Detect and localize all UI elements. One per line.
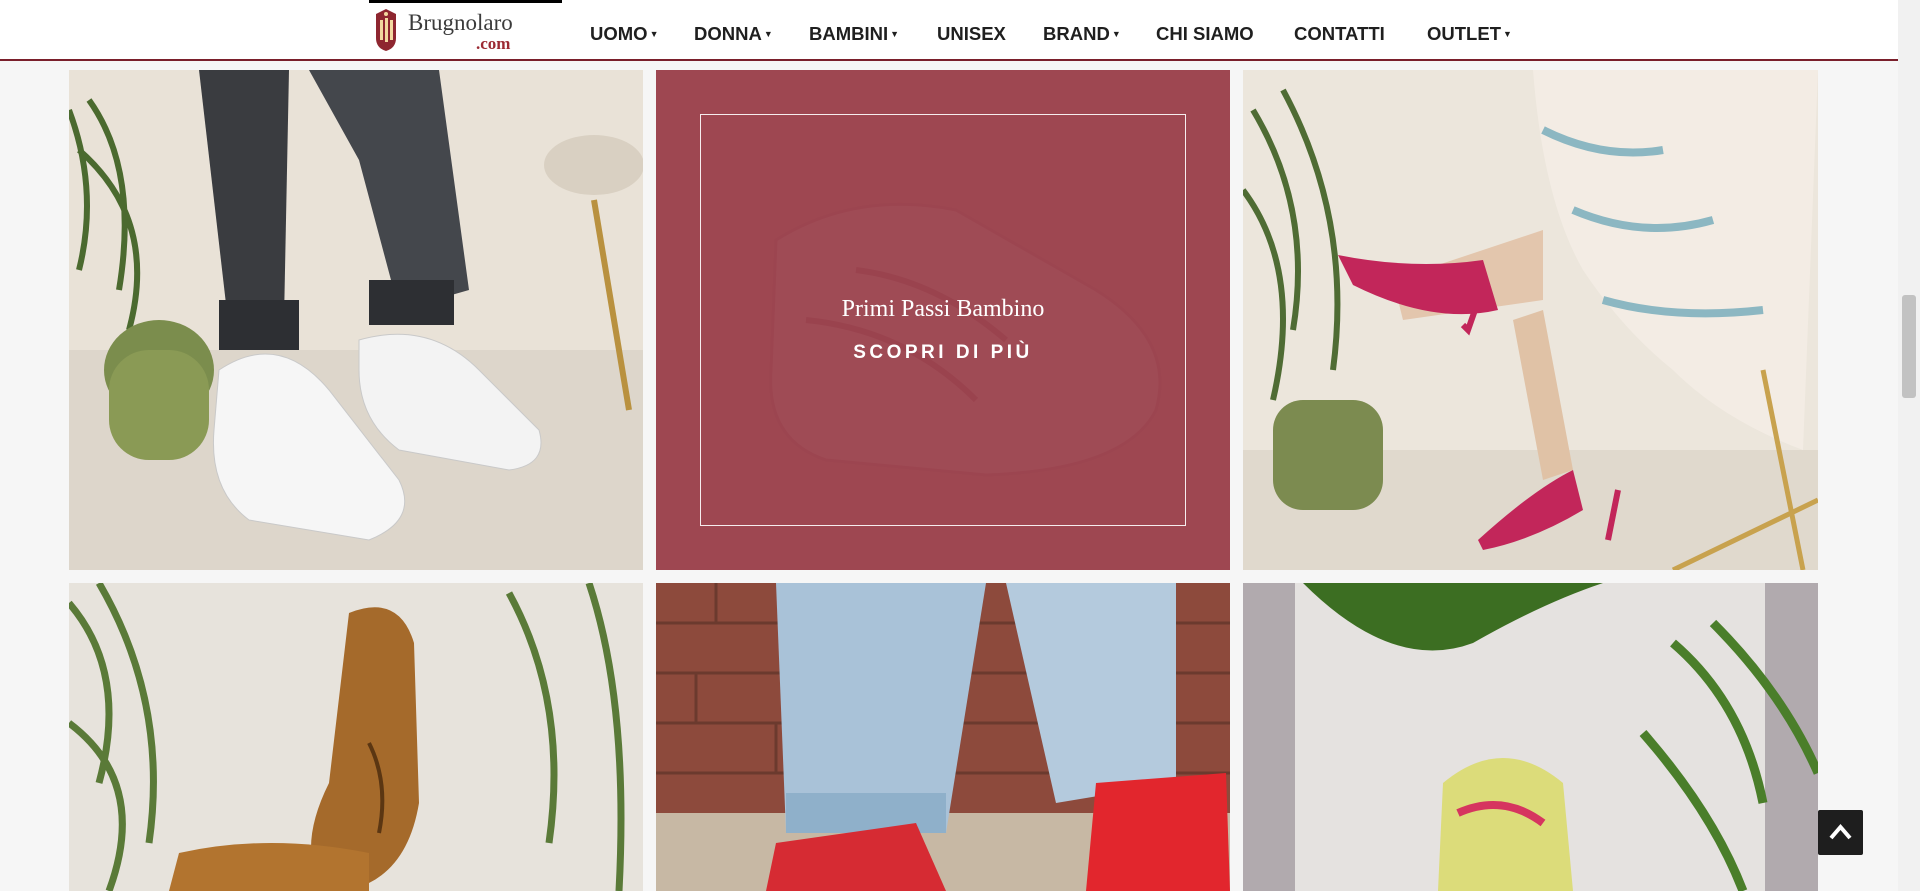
nav-item-label: BAMBINI — [809, 23, 889, 44]
nav-item-label: UOMO — [590, 23, 648, 44]
heels-photo — [1243, 70, 1818, 570]
nav-item-bambini[interactable]: BAMBINI ▼ — [809, 0, 899, 59]
boat-shoes-photo — [69, 583, 643, 891]
caret-down-icon: ▼ — [890, 29, 900, 39]
nav-item-brand[interactable]: BRAND ▼ — [1043, 0, 1121, 59]
nav-item-unisex[interactable]: UNISEX — [937, 0, 1006, 59]
kids-sneakers-photo — [656, 583, 1230, 891]
nav-item-uomo[interactable]: UOMO ▼ — [590, 0, 658, 59]
promo-title: Primi Passi Bambino — [841, 296, 1045, 322]
site-header: Brugnolaro .com UOMO ▼ DONNA ▼ BAMBINI ▼ UN… — [0, 0, 1898, 61]
caret-down-icon: ▼ — [649, 29, 659, 39]
green-sneaker-photo — [1243, 583, 1818, 891]
page-scrollbar[interactable] — [1898, 0, 1920, 891]
caret-down-icon: ▼ — [763, 29, 773, 39]
discover-more-link[interactable]: SCOPRI DI PIÙ — [656, 342, 1230, 364]
nav-item-label: BRAND — [1043, 23, 1110, 44]
category-tile-heels[interactable] — [1243, 70, 1818, 570]
nav-item-chi-siamo[interactable]: CHI SIAMO — [1156, 0, 1254, 59]
nav-item-label: CHI SIAMO — [1156, 23, 1254, 44]
nav-item-label: UNISEX — [937, 23, 1006, 44]
caret-down-icon: ▼ — [1503, 29, 1512, 39]
category-tile-sneakers[interactable] — [69, 70, 643, 570]
category-tile-green-sneaker[interactable] — [1243, 583, 1818, 891]
page-scrollbar-thumb[interactable] — [1902, 295, 1916, 398]
promo-tile-primi-passi[interactable]: Primi Passi Bambino SCOPRI DI PIÙ — [656, 70, 1230, 570]
category-tile-boat-shoes[interactable] — [69, 583, 643, 891]
nav-item-outlet[interactable]: OUTLET ▼ — [1427, 0, 1512, 59]
nav-item-label: DONNA — [694, 23, 762, 44]
nav-item-label: CONTATTI — [1294, 23, 1385, 44]
caret-down-icon: ▼ — [1111, 29, 1121, 39]
nav-item-contatti[interactable]: CONTATTI — [1294, 0, 1385, 59]
back-to-top-button[interactable] — [1818, 810, 1863, 855]
category-tile-kids-sneakers[interactable] — [656, 583, 1230, 891]
nav-item-donna[interactable]: DONNA ▼ — [694, 0, 773, 59]
nav-item-label: OUTLET — [1427, 23, 1501, 44]
sneakers-photo — [69, 70, 643, 570]
main-nav: UOMO ▼ DONNA ▼ BAMBINI ▼ UNISEX BRAND ▼ CHI … — [0, 0, 1898, 59]
chevron-up-icon — [1829, 823, 1852, 840]
